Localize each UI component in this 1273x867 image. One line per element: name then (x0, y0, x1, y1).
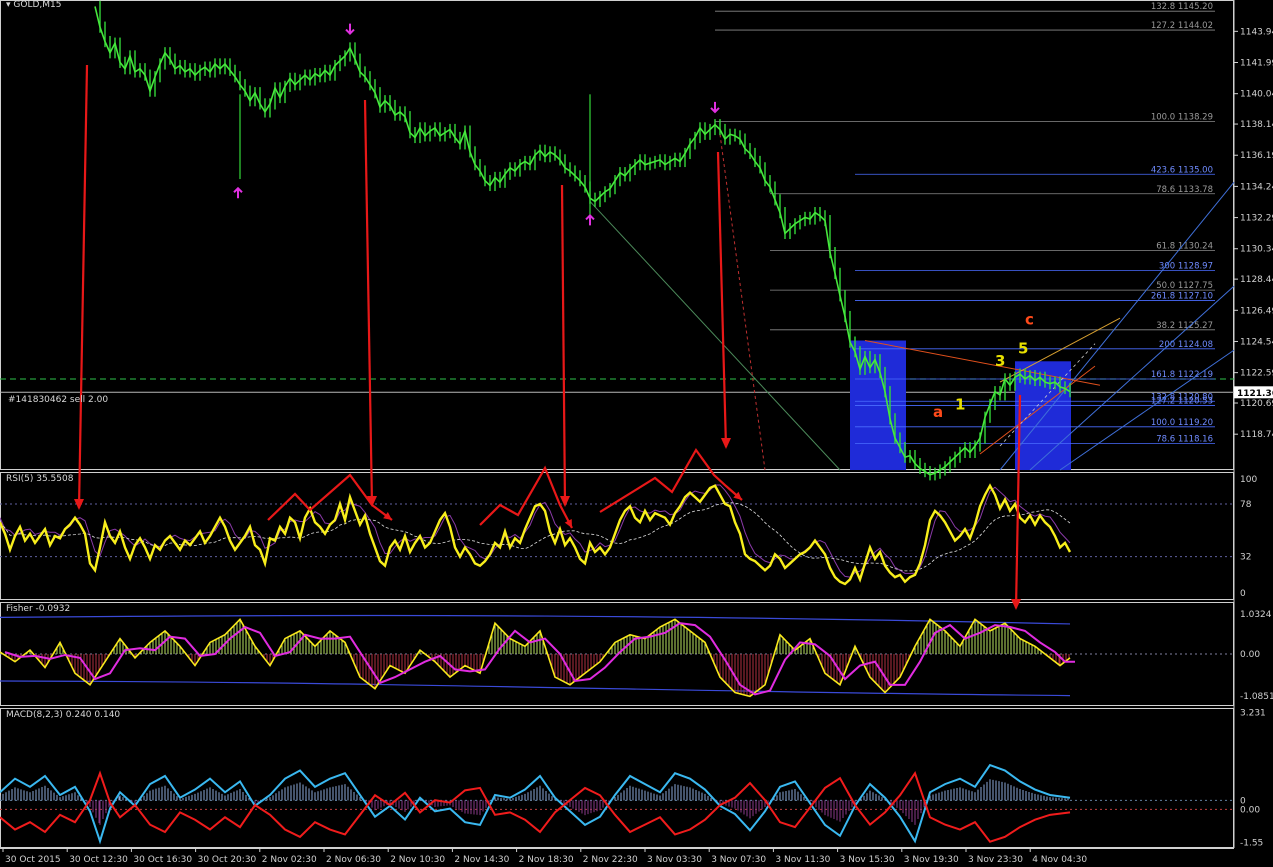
fisher-lower-band (0, 680, 1071, 697)
rsi-level-label: 0 (1240, 589, 1246, 599)
time-tick-label: 4 Nov 04:30 (1032, 855, 1087, 865)
price-tick-label: 1136.19 (1240, 151, 1273, 161)
down-arrow-line (716, 151, 728, 448)
rsi-divergence-arrow (599, 447, 743, 513)
price-tick-label: 1122.59 (1240, 369, 1273, 379)
fisher-pane-title: Fisher -0.0932 (6, 604, 71, 614)
rsi-signal-line (0, 484, 1071, 578)
fisher-level-label: 1.0324 (1240, 610, 1272, 620)
macd-level-label: 0.00 (1240, 805, 1260, 815)
wave-label: 1 (955, 395, 965, 413)
time-tick-label: 30 Oct 20:30 (198, 855, 257, 865)
price-tick-label: 1138.14 (1240, 120, 1273, 130)
time-tick-label: 30 Oct 2015 (5, 855, 61, 865)
fib-label: 100.0 1119.20 (1151, 418, 1213, 428)
price-tick-label: 1124.54 (1240, 337, 1273, 347)
time-tick-label: 3 Nov 07:30 (711, 855, 766, 865)
order-label[interactable]: #141830462 sell 2.00 (8, 395, 108, 405)
down-arrow-head (560, 496, 570, 507)
time-tick-label: 2 Nov 06:30 (326, 855, 381, 865)
fractal-up-marker (585, 214, 595, 226)
down-arrow-head (721, 438, 731, 449)
price-tick-label: 1140.04 (1240, 90, 1273, 100)
trend-line-red (719, 134, 766, 471)
main-pane-title: ▾ GOLD,M15 (6, 0, 62, 10)
rsi-level-label: 78 (1240, 500, 1252, 510)
fib-label: 127.2 1144.02 (1151, 21, 1213, 31)
fib-label: 261.8 1127.10 (1151, 292, 1213, 302)
price-tick-label: 1143.94 (1240, 27, 1273, 37)
pane-frame-macd (0, 708, 1234, 848)
fib-label: 78.6 1133.78 (1156, 185, 1213, 195)
price-line (94, 6, 1071, 476)
time-tick-label: 3 Nov 15:30 (840, 855, 895, 865)
wave-label: 3 (995, 352, 1005, 370)
price-tick-label: 1118.74 (1240, 430, 1273, 440)
fib-label: 50.0 1127.75 (1156, 281, 1213, 291)
current-price-label: 1121.36 (1237, 389, 1273, 399)
fib-label: 300 1128.97 (1159, 262, 1213, 272)
fib-label: 200 1124.08 (1159, 340, 1213, 350)
down-arrow-line (77, 64, 89, 509)
wave-label: a (933, 403, 943, 421)
time-tick-label: 2 Nov 14:30 (454, 855, 509, 865)
time-tick-label: 2 Nov 10:30 (390, 855, 445, 865)
wave-label: c (1025, 311, 1034, 329)
time-tick-label: 3 Nov 03:30 (647, 855, 702, 865)
fisher-level-label: -1.0851 (1240, 692, 1273, 702)
fractal-down-marker (710, 101, 720, 114)
price-tick-label: 1134.24 (1240, 182, 1273, 192)
price-tick-label: 1130.34 (1240, 245, 1273, 255)
time-tick-label: 3 Nov 23:30 (968, 855, 1023, 865)
price-tick-label: 1132.29 (1240, 214, 1273, 224)
trading-chart[interactable]: 1143.94 1141.99 1140.04 1138.14 1136.19 1134.… (0, 0, 1273, 867)
fisher-upper-band (0, 614, 1071, 625)
time-tick-label: 2 Nov 02:30 (262, 855, 317, 865)
macd-level-label: 3.231 (1240, 709, 1266, 719)
time-tick-label: 2 Nov 18:30 (519, 855, 574, 865)
price-tick-label: 1141.99 (1240, 59, 1273, 69)
time-tick-label: 30 Oct 12:30 (69, 855, 128, 865)
macd-level-label: -1.55 (1240, 839, 1263, 849)
fib-label: 100.0 1138.29 (1151, 113, 1213, 123)
fib-label: 38.2 1125.27 (1156, 321, 1213, 331)
price-tick-label: 1128.44 (1240, 275, 1273, 285)
macd-pane-title: MACD(8,2,3) 0.240 0.140 (6, 710, 121, 720)
fractal-up-marker (233, 186, 243, 199)
fib-label: 78.6 1118.16 (1156, 434, 1213, 444)
rsi-line (0, 483, 1072, 586)
time-tick-label: 3 Nov 11:30 (775, 855, 830, 865)
rsi-level-label: 32 (1240, 553, 1251, 563)
fib-label: 132.8 1145.20 (1151, 2, 1213, 12)
chart-menu-icon[interactable]: ▾ (6, 0, 11, 10)
time-tick-label: 2 Nov 22:30 (583, 855, 638, 865)
fractal-down-marker (345, 23, 355, 35)
fisher-level-label: 0.00 (1240, 650, 1260, 660)
price-tick-label: 1126.49 (1240, 306, 1273, 316)
rsi-divergence-arrow (479, 465, 573, 529)
rsi-pane-title: RSI(5) 35.5508 (6, 474, 74, 484)
trend-line-green (589, 201, 841, 471)
price-tick-label: 1120.69 (1240, 399, 1273, 409)
rsi-level-label: 100 (1240, 475, 1257, 485)
down-arrow-line (363, 99, 374, 506)
wave-label: 5 (1018, 339, 1028, 357)
time-tick-label: 3 Nov 19:30 (904, 855, 959, 865)
fib-label: 423.6 1135.00 (1151, 165, 1213, 175)
time-tick-label: 30 Oct 16:30 (133, 855, 192, 865)
down-arrow-head (1011, 599, 1021, 610)
down-arrow-line (560, 184, 567, 506)
fisher-line (0, 618, 1071, 698)
channel-line-lower (1059, 349, 1235, 471)
